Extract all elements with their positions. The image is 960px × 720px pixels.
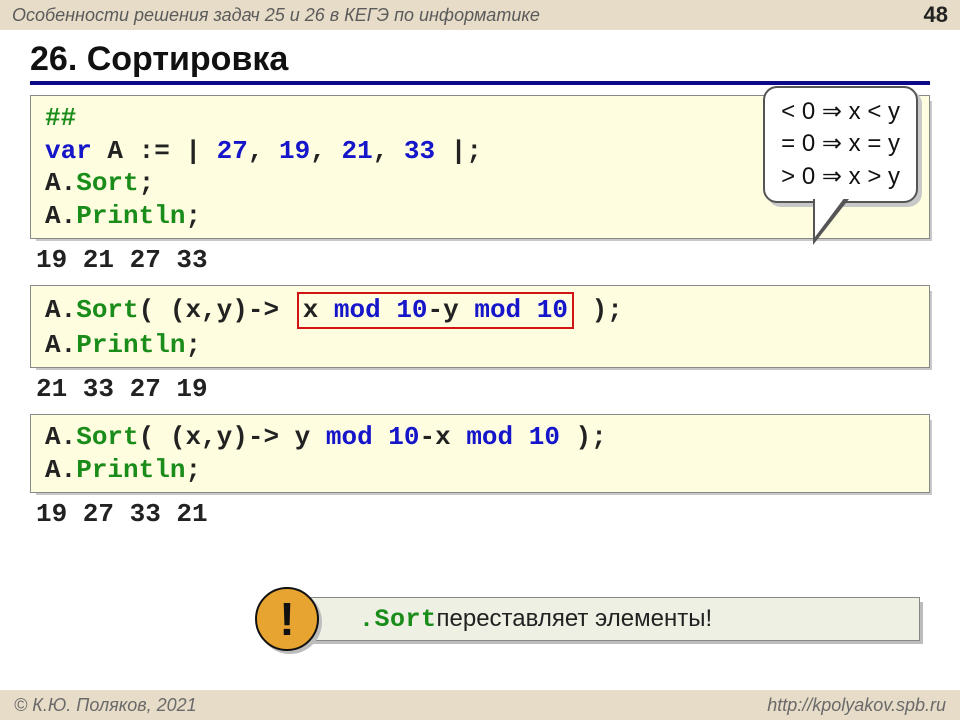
bubble-line: = 0 ⇒ x = y: [781, 128, 900, 160]
code-text: Sort: [76, 168, 138, 198]
highlight-box: x mod 10-y mod 10: [297, 292, 574, 329]
code-text: A := |: [92, 136, 201, 166]
footer-author: © К.Ю. Поляков, 2021: [14, 695, 197, 716]
comparison-bubble: < 0 ⇒ x < y = 0 ⇒ x = y > 0 ⇒ x > y: [763, 86, 918, 203]
code-text: ;: [185, 201, 201, 231]
code-text: mod: [334, 295, 381, 325]
code-text: ,: [310, 136, 326, 166]
code-text: Println: [76, 201, 185, 231]
code-text: ( (x,y)-> y: [139, 422, 326, 452]
code-text: ( (x,y)->: [139, 295, 279, 325]
slide-footer: © К.Ю. Поляков, 2021 http://kpolyakov.sp…: [0, 690, 960, 720]
code-text: A.: [45, 330, 76, 360]
code-text: 33: [388, 136, 435, 166]
code-text: Sort: [76, 295, 138, 325]
code-text: mod: [326, 422, 373, 452]
note-code: .Sort: [359, 605, 437, 634]
header-subtitle: Особенности решения задач 25 и 26 в КЕГЭ…: [12, 5, 540, 26]
output-3: 19 27 33 21: [36, 499, 930, 529]
code-text: 10: [373, 422, 420, 452]
exclamation-icon: !: [255, 587, 319, 651]
slide-title: 26. Сортировка: [30, 40, 930, 85]
note-text: переставляет элементы!: [437, 605, 713, 633]
bubble-line: > 0 ⇒ x > y: [781, 161, 900, 193]
output-2: 21 33 27 19: [36, 374, 930, 404]
code-block-3: A.Sort( (x,y)-> y mod 10-x mod 10 ); A.P…: [30, 414, 930, 493]
code-text: 19: [263, 136, 310, 166]
code-text: 10: [381, 295, 428, 325]
code-text: Println: [76, 330, 185, 360]
code-text: ;: [185, 330, 201, 360]
code-text: 10: [513, 422, 560, 452]
code-text: x: [303, 295, 334, 325]
note-box: ! .Sort переставляет элементы!: [284, 597, 920, 641]
code-text: Sort: [76, 422, 138, 452]
code-text: A.: [45, 295, 76, 325]
output-1: 19 21 27 33: [36, 245, 930, 275]
exclamation-text: !: [279, 592, 294, 646]
code-text: A.: [45, 455, 76, 485]
code-text: mod: [466, 422, 513, 452]
slide-header: Особенности решения задач 25 и 26 в КЕГЭ…: [0, 0, 960, 30]
code-block-2: A.Sort( (x,y)-> x mod 10-y mod 10 ); A.P…: [30, 285, 930, 368]
code-text: 27: [201, 136, 248, 166]
code-text: A.: [45, 201, 76, 231]
code-text: -y: [428, 295, 475, 325]
code-text: ;: [139, 168, 155, 198]
code-text: -x: [420, 422, 467, 452]
code-text: ##: [45, 103, 76, 133]
code-text: ,: [248, 136, 264, 166]
code-text: |;: [435, 136, 482, 166]
code-text: 10: [521, 295, 568, 325]
code-text: var: [45, 136, 92, 166]
code-text: A.: [45, 168, 76, 198]
code-text: ;: [185, 455, 201, 485]
code-text: mod: [474, 295, 521, 325]
code-text: );: [560, 422, 607, 452]
footer-url: http://kpolyakov.spb.ru: [767, 695, 946, 716]
code-text: );: [576, 295, 623, 325]
bubble-line: < 0 ⇒ x < y: [781, 96, 900, 128]
page-number: 48: [924, 2, 948, 28]
code-text: 21: [326, 136, 373, 166]
code-text: A.: [45, 422, 76, 452]
code-text: Println: [76, 455, 185, 485]
code-text: ,: [373, 136, 389, 166]
